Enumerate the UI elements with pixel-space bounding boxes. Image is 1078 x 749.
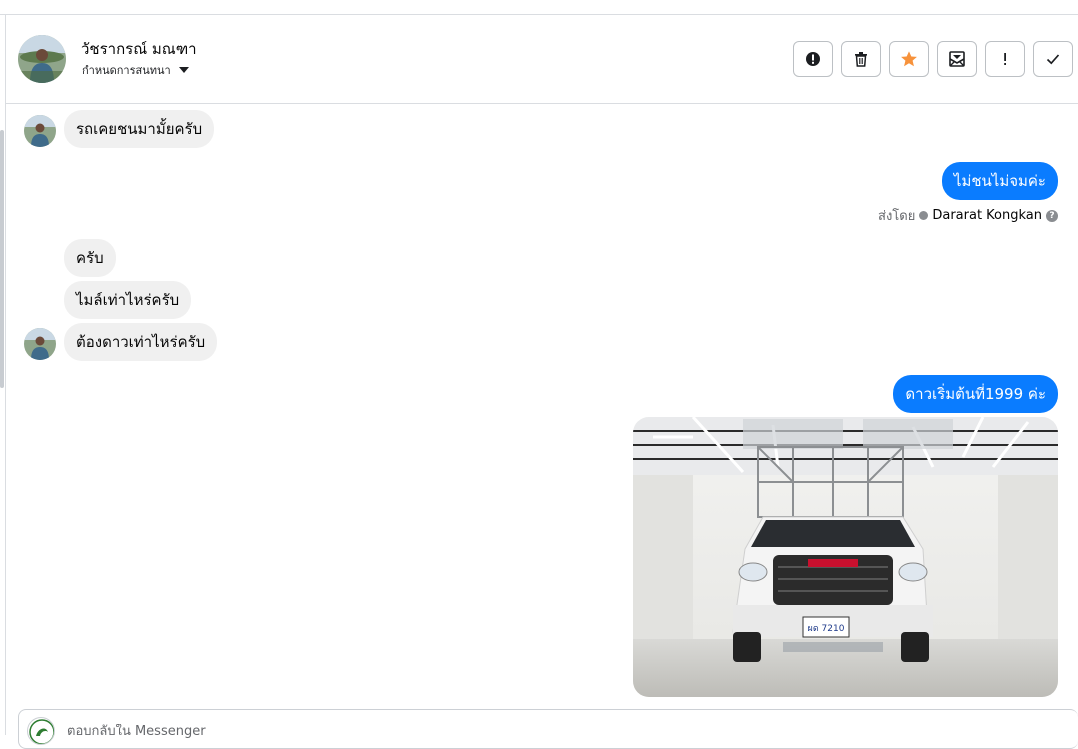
incoming-message[interactable]: รถเคยชนมามั้ยครับ xyxy=(64,110,215,148)
incoming-message[interactable]: ครับ xyxy=(64,239,116,277)
assign-conversation-dropdown[interactable]: กำหนดการสนทนา xyxy=(82,61,189,79)
contact-avatar[interactable] xyxy=(18,35,66,83)
delete-button[interactable] xyxy=(841,41,881,77)
header-actions xyxy=(793,41,1073,77)
outgoing-message[interactable]: ดาวเริ่มต้นที่1999 ค่ะ xyxy=(893,375,1058,413)
message-thread: รถเคยชนมามั้ยครับ ไม่ชนไม่จมค่ะ ส่งโดย D… xyxy=(6,105,1078,705)
mark-unread-button[interactable] xyxy=(937,41,977,77)
incoming-message[interactable]: ต้องดาวเท่าไหร่ครับ xyxy=(64,323,218,361)
conversation-header: วัชรากรณ์ มณฑา กำหนดการสนทนา xyxy=(6,15,1078,104)
star-icon xyxy=(901,51,917,67)
verified-dot-icon xyxy=(919,211,929,220)
mark-done-button[interactable] xyxy=(1033,41,1073,77)
left-scrollbar[interactable] xyxy=(0,130,4,388)
reply-input[interactable] xyxy=(67,724,667,739)
caret-down-icon xyxy=(178,67,189,73)
check-icon xyxy=(1046,54,1060,65)
trash-icon xyxy=(855,52,867,67)
contact-avatar-small[interactable] xyxy=(24,115,56,147)
outgoing-message[interactable]: ไม่ชนไม่จมค่ะ xyxy=(941,162,1058,200)
exclamation-icon xyxy=(1004,53,1006,65)
page-avatar xyxy=(27,717,55,745)
sent-by-info: ส่งโดย Dararat Kongkan ? xyxy=(878,205,1058,226)
license-plate-text: ผด 7210 xyxy=(808,624,845,634)
sender-name[interactable]: Dararat Kongkan xyxy=(932,208,1042,223)
envelope-icon xyxy=(949,51,965,67)
sent-by-label: ส่งโดย xyxy=(878,209,916,224)
follow-up-button[interactable] xyxy=(985,41,1025,77)
contact-name[interactable]: วัชรากรณ์ มณฑา xyxy=(81,37,197,61)
reply-bar xyxy=(18,709,1078,749)
help-icon[interactable]: ? xyxy=(1046,209,1058,222)
alert-circle-icon xyxy=(806,52,820,66)
messenger-conversation-view: วัชรากรณ์ มณฑา กำหนดการสนทนา รถเคยชนมามั… xyxy=(0,0,1078,749)
incoming-message[interactable]: ไมล์เท่าไหร่ครับ xyxy=(64,281,192,319)
assign-label: กำหนดการสนทนา xyxy=(82,64,171,77)
star-button[interactable] xyxy=(889,41,929,77)
contact-avatar-small[interactable] xyxy=(24,328,56,360)
mark-spam-button[interactable] xyxy=(793,41,833,77)
outgoing-photo-attachment[interactable]: ผด 7210 xyxy=(633,417,1058,697)
